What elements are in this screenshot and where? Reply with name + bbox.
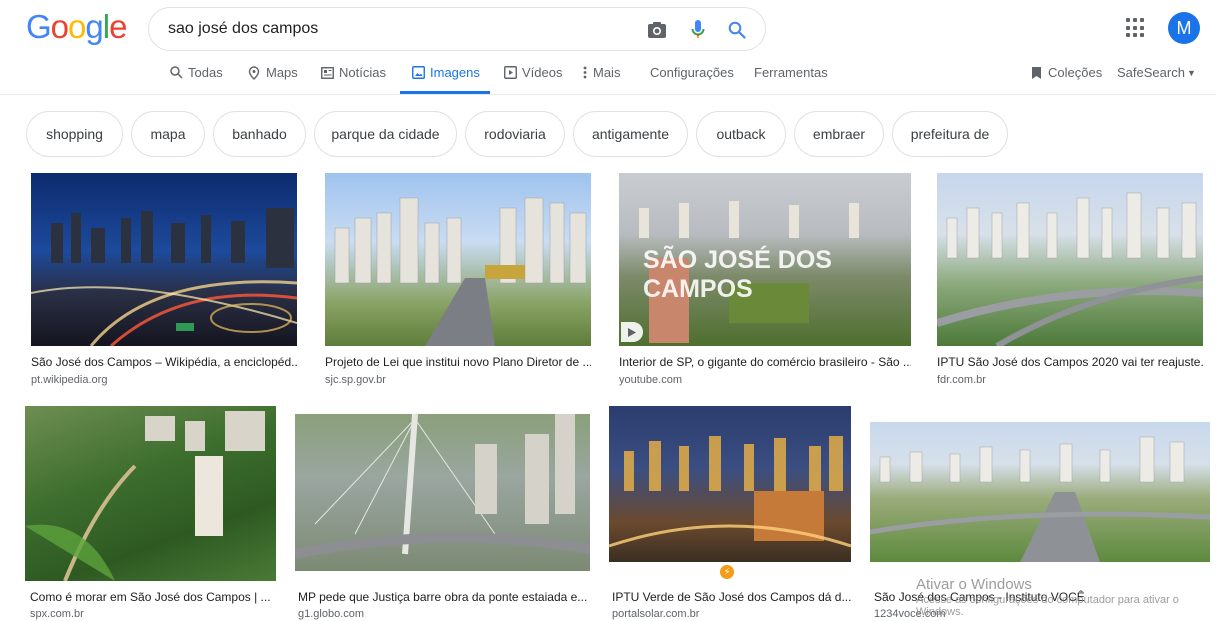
chip-outback[interactable]: outback bbox=[696, 111, 786, 157]
google-logo[interactable]: Google bbox=[26, 8, 127, 46]
image-title[interactable]: Como é morar em São José dos Campos | ..… bbox=[30, 590, 276, 604]
apps-grid-icon[interactable] bbox=[1126, 18, 1146, 38]
tab-imagens[interactable]: Imagens bbox=[411, 65, 480, 80]
chip-parque-da-cidade[interactable]: parque da cidade bbox=[314, 111, 457, 157]
image-thumbnail[interactable] bbox=[25, 406, 276, 581]
chip-shopping[interactable]: shopping bbox=[26, 111, 123, 157]
tab-label: Maps bbox=[266, 65, 298, 80]
video-play-icon bbox=[621, 322, 643, 342]
tab-maps[interactable]: Maps bbox=[247, 65, 298, 80]
image-icon bbox=[411, 66, 425, 80]
avatar[interactable]: M bbox=[1168, 12, 1200, 44]
image-thumbnail[interactable] bbox=[295, 414, 590, 571]
tab-mais[interactable]: Mais bbox=[582, 65, 620, 80]
tab-label: Imagens bbox=[430, 65, 480, 80]
tab-label: Ferramentas bbox=[754, 65, 828, 80]
active-tab-indicator bbox=[400, 91, 490, 94]
image-title[interactable]: Projeto de Lei que institui novo Plano D… bbox=[325, 355, 591, 369]
chip-antigamente[interactable]: antigamente bbox=[573, 111, 688, 157]
logo-letter: e bbox=[109, 8, 127, 45]
video-overlay-title: SÃO JOSÉ DOS CAMPOS bbox=[643, 246, 832, 303]
chip-prefeitura-de[interactable]: prefeitura de bbox=[892, 111, 1008, 157]
image-source[interactable]: spx.com.br bbox=[30, 608, 84, 620]
logo-letter: o bbox=[50, 8, 69, 45]
more-icon bbox=[582, 66, 588, 80]
tab-configuracoes[interactable]: Configurações bbox=[650, 65, 734, 80]
image-thumbnail[interactable] bbox=[325, 173, 591, 346]
logo-letter: G bbox=[26, 8, 52, 45]
image-source[interactable]: g1.globo.com bbox=[298, 608, 364, 620]
image-title[interactable]: IPTU São José dos Campos 2020 vai ter re… bbox=[937, 355, 1203, 369]
search-icon bbox=[169, 66, 183, 80]
image-title[interactable]: IPTU Verde de São José dos Campos dá d..… bbox=[612, 590, 852, 604]
tab-label: Todas bbox=[188, 65, 223, 80]
microphone-icon[interactable] bbox=[686, 18, 710, 42]
search-tabs: Todas Maps Notícias Imagens Vídeos Mais … bbox=[0, 57, 1216, 95]
lightning-icon: ⚡ bbox=[720, 565, 734, 579]
watermark-subtitle: Acesse as configurações do computador pa… bbox=[916, 594, 1179, 618]
chip-mapa[interactable]: mapa bbox=[131, 111, 205, 157]
tab-videos[interactable]: Vídeos bbox=[503, 65, 562, 80]
image-title[interactable]: São José dos Campos – Wikipédia, a encic… bbox=[31, 355, 297, 369]
watermark-title: Ativar o Windows bbox=[916, 576, 1032, 593]
image-thumbnail[interactable] bbox=[870, 422, 1210, 562]
image-source[interactable]: sjc.sp.gov.br bbox=[325, 374, 386, 386]
play-icon bbox=[503, 66, 517, 80]
search-icon[interactable] bbox=[725, 18, 749, 42]
image-source[interactable]: youtube.com bbox=[619, 374, 682, 386]
logo-letter: o bbox=[68, 8, 86, 45]
news-icon bbox=[320, 66, 334, 80]
tab-noticias[interactable]: Notícias bbox=[320, 65, 386, 80]
image-thumbnail[interactable] bbox=[937, 173, 1203, 346]
tab-label: Vídeos bbox=[522, 65, 563, 80]
logo-letter: g bbox=[85, 8, 103, 45]
tab-todas[interactable]: Todas bbox=[169, 65, 223, 80]
search-input[interactable] bbox=[168, 20, 608, 38]
chip-rodoviaria[interactable]: rodoviaria bbox=[465, 111, 565, 157]
tab-label: Notícias bbox=[339, 65, 386, 80]
caret-down-icon: ▼ bbox=[1186, 67, 1196, 78]
image-title[interactable]: MP pede que Justiça barre obra da ponte … bbox=[298, 590, 590, 604]
map-pin-icon bbox=[247, 65, 261, 80]
image-title[interactable]: Interior de SP, o gigante do comércio br… bbox=[619, 355, 911, 369]
collections-label: Coleções bbox=[1048, 65, 1103, 80]
safesearch-dropdown[interactable]: SafeSearch ▼ bbox=[1117, 65, 1196, 80]
image-thumbnail[interactable] bbox=[31, 173, 297, 346]
chip-banhado[interactable]: banhado bbox=[213, 111, 306, 157]
image-source[interactable]: fdr.com.br bbox=[937, 374, 986, 386]
collections-link[interactable]: Coleções bbox=[1029, 65, 1102, 80]
tab-label: Configurações bbox=[650, 65, 734, 80]
chip-embraer[interactable]: embraer bbox=[794, 111, 884, 157]
camera-icon[interactable] bbox=[645, 18, 669, 42]
windows-activation-watermark: Ativar o Windows Acesse as configurações… bbox=[916, 576, 1216, 618]
image-thumbnail[interactable] bbox=[609, 406, 851, 562]
image-source[interactable]: portalsolar.com.br bbox=[612, 608, 699, 620]
tab-label: Mais bbox=[593, 65, 621, 80]
search-box[interactable] bbox=[148, 7, 766, 51]
safesearch-label: SafeSearch bbox=[1117, 65, 1185, 80]
image-source[interactable]: pt.wikipedia.org bbox=[31, 374, 107, 386]
bookmark-icon bbox=[1029, 66, 1043, 80]
tab-ferramentas[interactable]: Ferramentas bbox=[754, 65, 828, 80]
image-thumbnail[interactable]: SÃO JOSÉ DOS CAMPOS bbox=[619, 173, 911, 346]
